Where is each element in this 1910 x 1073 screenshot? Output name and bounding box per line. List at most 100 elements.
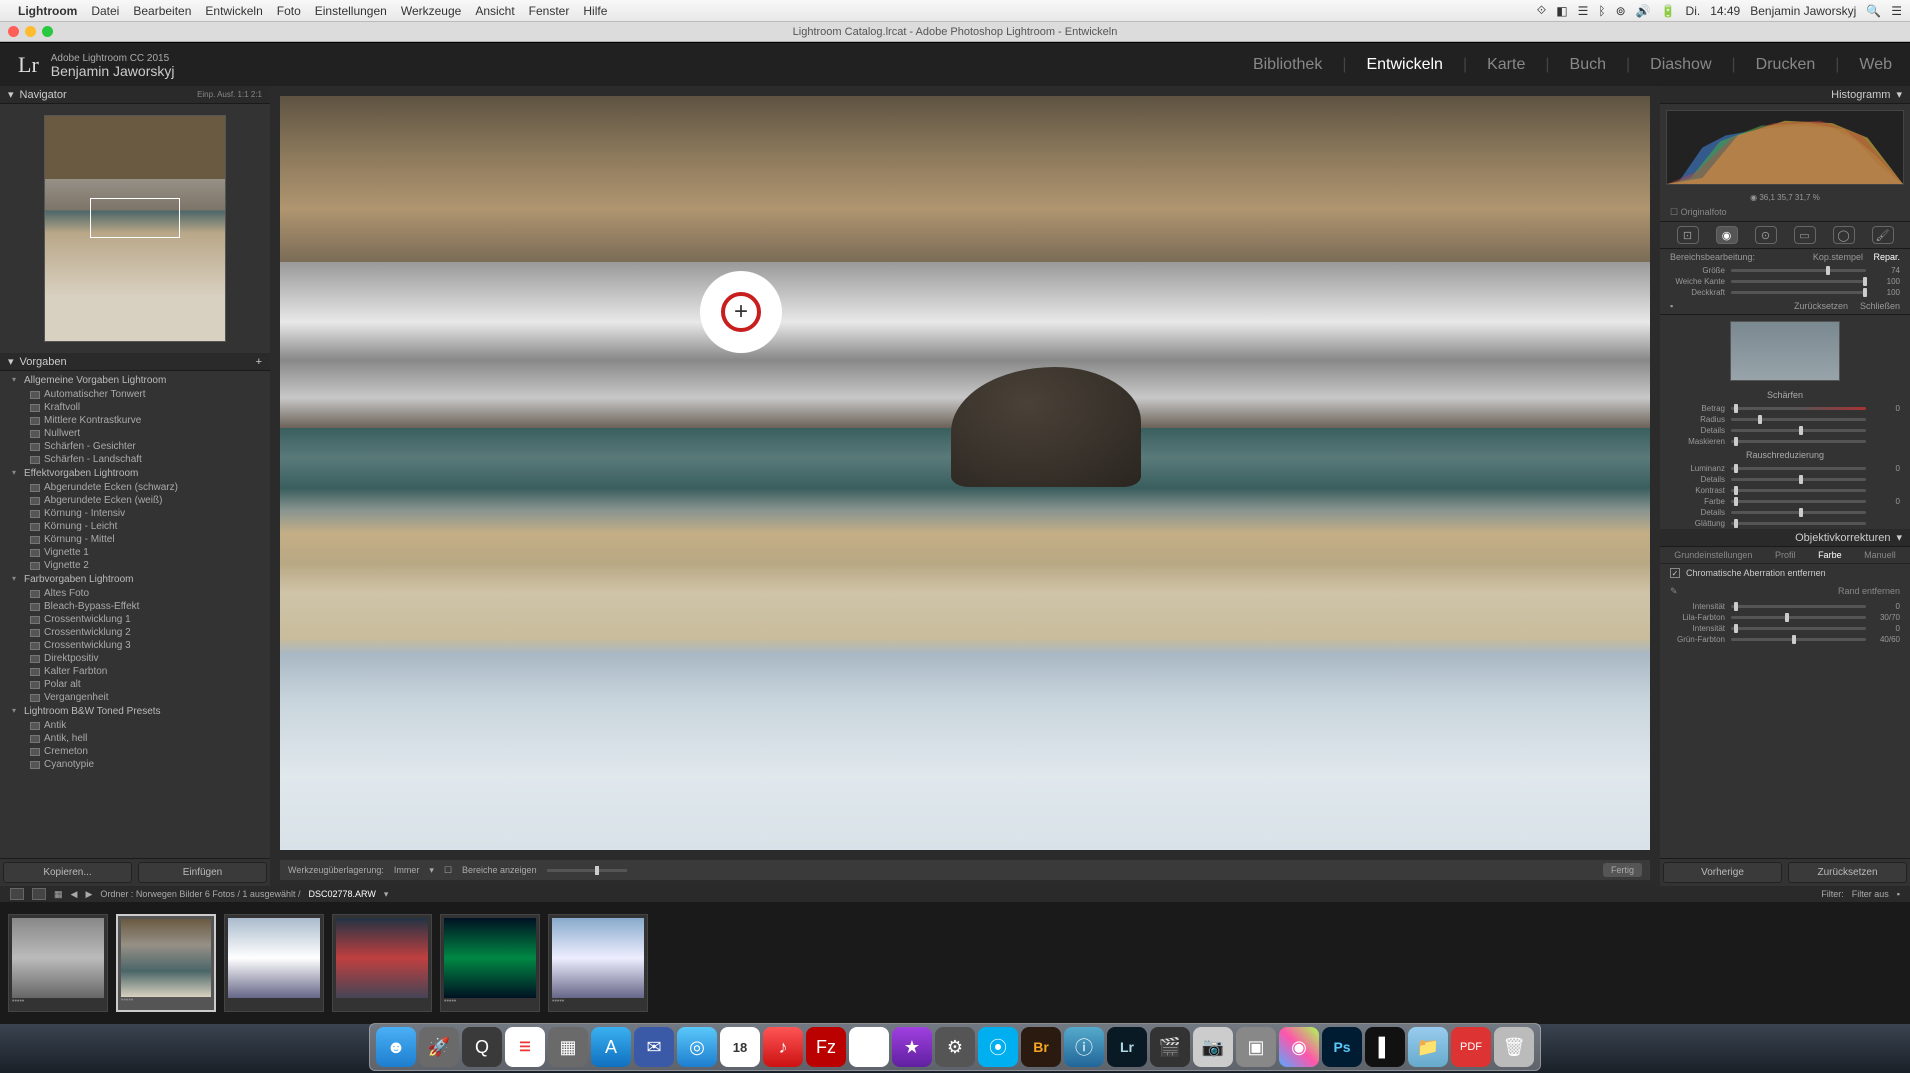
notification-icon[interactable]: ☰ [1891, 4, 1902, 18]
histogram[interactable] [1666, 110, 1904, 185]
slider-track[interactable] [1731, 418, 1866, 421]
calendar-icon[interactable]: 18 [720, 1027, 760, 1067]
slider-track[interactable] [1731, 489, 1866, 492]
tool-overlay-value[interactable]: Immer [394, 865, 420, 875]
spot-reset[interactable]: Zurücksetzen [1794, 301, 1848, 311]
slider-track[interactable] [1731, 291, 1866, 294]
slider-thumb[interactable] [1734, 437, 1738, 446]
slider-value[interactable]: 0 [1872, 464, 1900, 473]
preset-item[interactable]: Schärfen - Landschaft [0, 453, 270, 466]
slider-thumb[interactable] [1734, 519, 1738, 528]
menu-foto[interactable]: Foto [277, 4, 301, 18]
filmstrip-thumb[interactable] [332, 914, 432, 1012]
slider-track[interactable] [1731, 627, 1866, 630]
dropdown-icon[interactable]: ▾ [429, 865, 434, 876]
gradient-tool-icon[interactable]: ▭ [1794, 226, 1816, 244]
slider-track[interactable] [1731, 478, 1866, 481]
menu-entwickeln[interactable]: Entwickeln [205, 4, 262, 18]
current-file[interactable]: DSC02778.ARW [308, 889, 375, 899]
preset-item[interactable]: Nullwert [0, 427, 270, 440]
slider-track[interactable] [1731, 467, 1866, 470]
slider-track[interactable] [1731, 511, 1866, 514]
menubar-day[interactable]: Di. [1686, 4, 1701, 18]
grid-icon[interactable]: ▦ [54, 889, 63, 900]
navigator-view-rect[interactable] [90, 198, 180, 238]
dropdown-icon[interactable]: ▾ [384, 889, 389, 900]
add-preset-icon[interactable]: + [256, 356, 262, 368]
menubar-time[interactable]: 14:49 [1710, 4, 1740, 18]
preset-item[interactable]: Vignette 1 [0, 546, 270, 559]
slider-thumb[interactable] [1799, 508, 1803, 517]
slider-thumb[interactable] [1734, 624, 1738, 633]
slider-track[interactable] [1731, 638, 1866, 641]
mail-icon[interactable]: ✉ [634, 1027, 674, 1067]
safari-icon[interactable]: ◎ [677, 1027, 717, 1067]
app-icon[interactable]: ⦿ [978, 1027, 1018, 1067]
preset-group[interactable]: Effektvorgaben Lightroom [0, 466, 270, 481]
lens-tab-color[interactable]: Farbe [1818, 550, 1842, 560]
chrome-icon[interactable]: ◉ [849, 1027, 889, 1067]
clone-mode[interactable]: Kop.stempel [1813, 252, 1863, 262]
app-menu[interactable]: Lightroom [18, 4, 77, 18]
eyedropper-icon[interactable]: ✎ [1670, 586, 1678, 597]
slider-value[interactable]: 74 [1872, 266, 1900, 275]
slider-track[interactable] [1731, 269, 1866, 272]
filter-lock-icon[interactable]: ▪ [1897, 889, 1900, 899]
module-web[interactable]: Web [1859, 56, 1892, 74]
chrom-checkbox[interactable]: ✓ [1670, 568, 1680, 578]
menubar-icon[interactable]: ☰ [1578, 4, 1589, 18]
preset-item[interactable]: Körnung - Leicht [0, 520, 270, 533]
slider-value[interactable]: 100 [1872, 288, 1900, 297]
nav-back-icon[interactable]: ◀ [71, 889, 78, 900]
previous-button[interactable]: Vorherige [1663, 862, 1782, 883]
imovie-icon[interactable]: ★ [892, 1027, 932, 1067]
slider-thumb[interactable] [1799, 426, 1803, 435]
slider-track[interactable] [1731, 500, 1866, 503]
lens-header[interactable]: Objektivkorrekturen ▾ [1660, 529, 1910, 547]
copy-button[interactable]: Kopieren... [3, 862, 132, 883]
wifi-icon[interactable]: ⊚ [1616, 4, 1626, 18]
preset-item[interactable]: Crossentwicklung 3 [0, 639, 270, 652]
filmstrip-thumb-selected[interactable]: ••••• [116, 914, 216, 1012]
redeye-tool-icon[interactable]: ⊙ [1755, 226, 1777, 244]
preset-item[interactable]: Vergangenheit [0, 691, 270, 704]
module-entwickeln[interactable]: Entwickeln [1366, 56, 1442, 74]
menu-hilfe[interactable]: Hilfe [583, 4, 607, 18]
quicktime-icon[interactable]: Q [462, 1027, 502, 1067]
menu-einstellungen[interactable]: Einstellungen [315, 4, 387, 18]
menu-datei[interactable]: Datei [91, 4, 119, 18]
slider-track[interactable] [1731, 522, 1866, 525]
app-icon[interactable]: ▣ [1236, 1027, 1276, 1067]
preset-group[interactable]: Farbvorgaben Lightroom [0, 572, 270, 587]
preset-item[interactable]: Schärfen - Gesichter [0, 440, 270, 453]
slider-thumb[interactable] [1758, 415, 1762, 424]
slider-thumb[interactable] [1734, 497, 1738, 506]
menu-fenster[interactable]: Fenster [529, 4, 570, 18]
filmstrip[interactable]: ••••• ••••• ••••• ••••• [0, 902, 1910, 1024]
filter-value[interactable]: Filter aus [1852, 889, 1889, 899]
preset-item[interactable]: Crossentwicklung 2 [0, 626, 270, 639]
menu-bearbeiten[interactable]: Bearbeiten [133, 4, 191, 18]
presets-list[interactable]: Allgemeine Vorgaben LightroomAutomatisch… [0, 371, 270, 858]
spot-tool-icon[interactable]: ◉ [1716, 226, 1738, 244]
navigator-header[interactable]: ▾ Navigator Einp. Ausf. 1:1 2:1 [0, 86, 270, 104]
original-checkbox[interactable]: ☐ [1670, 207, 1678, 217]
lens-tab-manual[interactable]: Manuell [1864, 550, 1896, 560]
slider-track[interactable] [1731, 616, 1866, 619]
preset-item[interactable]: Kalter Farbton [0, 665, 270, 678]
preset-item[interactable]: Cremeton [0, 745, 270, 758]
preset-item[interactable]: Körnung - Intensiv [0, 507, 270, 520]
radial-tool-icon[interactable]: ◯ [1833, 226, 1855, 244]
slider-thumb[interactable] [1734, 404, 1738, 413]
launchpad-icon[interactable]: 🚀 [419, 1027, 459, 1067]
module-karte[interactable]: Karte [1487, 56, 1525, 74]
preset-item[interactable]: Mittlere Kontrastkurve [0, 414, 270, 427]
menu-werkzeuge[interactable]: Werkzeuge [401, 4, 461, 18]
preset-item[interactable]: Abgerundete Ecken (schwarz) [0, 481, 270, 494]
preset-group[interactable]: Lightroom B&W Toned Presets [0, 704, 270, 719]
filmstrip-thumb[interactable]: ••••• [440, 914, 540, 1012]
terminal-icon[interactable]: ▌ [1365, 1027, 1405, 1067]
slider-value[interactable]: 0 [1872, 497, 1900, 506]
slider-thumb[interactable] [1799, 475, 1803, 484]
filmstrip-thumb[interactable] [224, 914, 324, 1012]
